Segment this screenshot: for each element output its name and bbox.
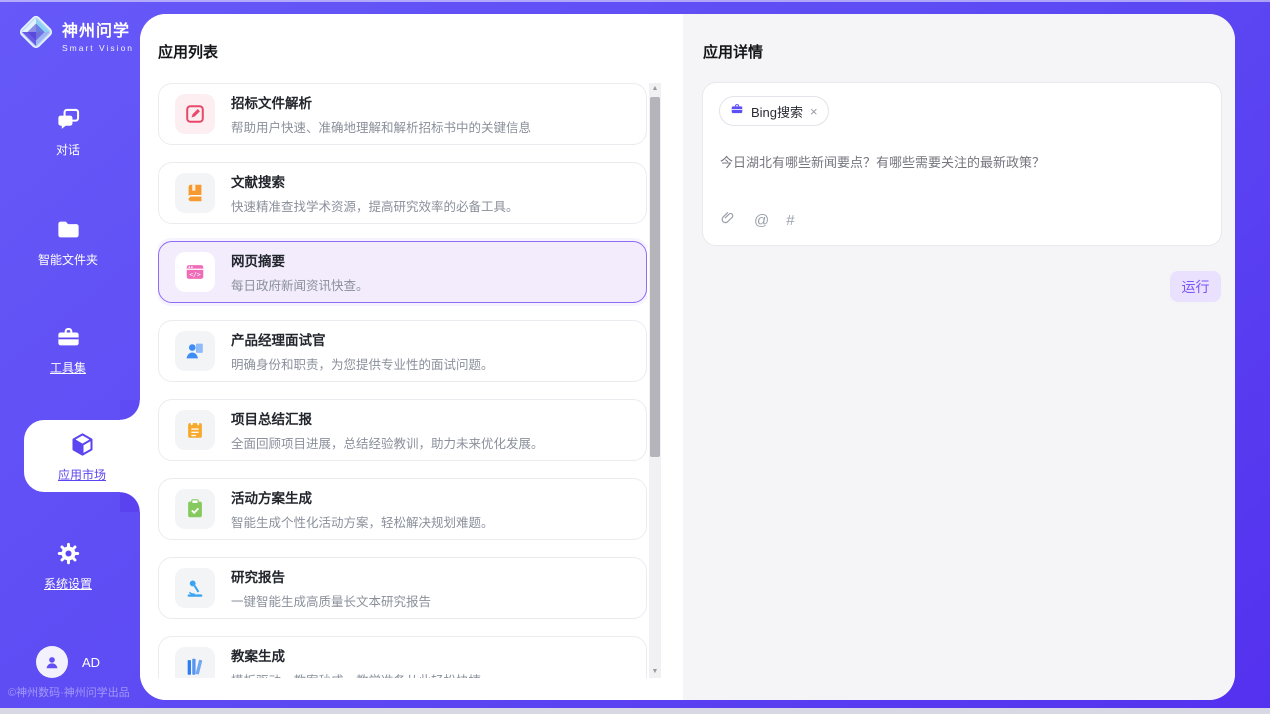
app-card-title: 项目总结汇报 xyxy=(231,408,544,428)
brand-name: 神州问学 xyxy=(62,17,134,41)
app-card-title: 活动方案生成 xyxy=(231,487,494,507)
app-card[interactable]: 教案生成 模板驱动，教案秒成，教学准备从此轻松快捷 xyxy=(158,636,647,678)
app-list-scrollbar[interactable]: ▲ ▼ xyxy=(649,83,661,678)
app-card[interactable]: 招标文件解析 帮助用户快速、准确地理解和解析招标书中的关键信息 xyxy=(158,83,647,145)
books-icon xyxy=(175,647,215,678)
avatar xyxy=(36,646,68,678)
gear-icon xyxy=(0,540,136,570)
app-card-desc: 帮助用户快速、准确地理解和解析招标书中的关键信息 xyxy=(231,117,531,136)
tool-chip-label: Bing搜索 xyxy=(751,102,803,121)
app-card[interactable]: 文献搜索 快速精准查找学术资源，提高研究效率的必备工具。 xyxy=(158,162,647,224)
app-card-desc: 智能生成个性化活动方案，轻松解决规划难题。 xyxy=(231,512,494,531)
app-list-viewport: 招标文件解析 帮助用户快速、准确地理解和解析招标书中的关键信息 文献搜索 快速精… xyxy=(158,83,647,678)
app-card-title: 招标文件解析 xyxy=(231,92,531,112)
sidebar-item-toolset[interactable]: 工具集 xyxy=(0,324,136,377)
sidebar-item-settings[interactable]: 系统设置 xyxy=(0,540,136,593)
brand-logo: 神州问学 Smart Vision xyxy=(16,12,134,57)
run-button[interactable]: 运行 xyxy=(1170,271,1221,302)
sidebar-item-chat[interactable]: 对话 xyxy=(0,106,136,159)
scrollbar-thumb[interactable] xyxy=(650,97,660,457)
brand-subtitle: Smart Vision xyxy=(62,43,134,53)
mention-icon[interactable]: @ xyxy=(754,212,769,229)
pen-square-icon xyxy=(175,94,215,134)
app-card-title: 产品经理面试官 xyxy=(231,329,494,349)
app-card-title: 研究报告 xyxy=(231,566,431,586)
user-initials: AD xyxy=(82,655,100,670)
sidebar-item-smart-folder[interactable]: 智能文件夹 xyxy=(0,216,136,269)
app-card[interactable]: 产品经理面试官 明确身份和职责，为您提供专业性的面试问题。 xyxy=(158,320,647,382)
browser-code-icon: </> xyxy=(175,252,215,292)
app-window: 神州问学 Smart Vision 对话 智能文件夹 xyxy=(0,0,1270,714)
copyright-text: ©神州数码·神州问学出品 xyxy=(8,684,140,700)
app-card[interactable]: 项目总结汇报 全面回顾项目进展，总结经验教训，助力未来优化发展。 xyxy=(158,399,647,461)
chip-close-icon[interactable]: × xyxy=(810,105,818,118)
book-icon xyxy=(175,173,215,213)
paperclip-icon[interactable] xyxy=(720,209,737,231)
tool-chip-bing-search[interactable]: Bing搜索 × xyxy=(719,96,829,126)
hash-icon[interactable]: # xyxy=(786,212,794,229)
prompt-card: Bing搜索 × 今日湖北有哪些新闻要点？有哪些需要关注的最新政策？ @ # xyxy=(702,82,1222,246)
app-card-title: 教案生成 xyxy=(231,645,481,665)
app-card[interactable]: 研究报告 一键智能生成高质量长文本研究报告 xyxy=(158,557,647,619)
scroll-down-icon[interactable]: ▼ xyxy=(649,666,661,678)
user-account[interactable]: AD xyxy=(36,646,100,678)
app-list-title: 应用列表 xyxy=(158,41,218,62)
diamond-logo-icon xyxy=(16,12,56,57)
app-card[interactable]: </> 网页摘要 每日政府新闻资讯快查。 xyxy=(158,241,647,303)
app-detail-pane: 应用详情 Bing搜索 × 今日湖北有哪些新闻要点？有哪些需要关注的最新政策？ xyxy=(683,14,1235,700)
notepad-icon xyxy=(175,410,215,450)
person-doc-icon xyxy=(175,331,215,371)
app-card-title: 网页摘要 xyxy=(231,250,369,270)
composer-toolbar: @ # xyxy=(720,209,795,231)
query-text[interactable]: 今日湖北有哪些新闻要点？有哪些需要关注的最新政策？ xyxy=(720,152,1205,171)
window-top-edge xyxy=(0,0,1270,2)
main-panel: 应用列表 招标文件解析 帮助用户快速、准确地理解和解析招标书中的关键信息 文献搜… xyxy=(140,14,1235,700)
folder-icon xyxy=(0,216,136,246)
app-card-desc: 模板驱动，教案秒成，教学准备从此轻松快捷 xyxy=(231,670,481,678)
chat-icon xyxy=(0,106,136,136)
app-card-title: 文献搜索 xyxy=(231,171,519,191)
app-detail-title: 应用详情 xyxy=(703,41,763,62)
microscope-icon xyxy=(175,568,215,608)
toolbox-icon xyxy=(0,324,136,354)
app-card-desc: 每日政府新闻资讯快查。 xyxy=(231,275,369,294)
app-card-desc: 明确身份和职责，为您提供专业性的面试问题。 xyxy=(231,354,494,373)
clipboard-check-icon xyxy=(175,489,215,529)
window-bottom-edge xyxy=(0,708,1270,714)
app-card[interactable]: 活动方案生成 智能生成个性化活动方案，轻松解决规划难题。 xyxy=(158,478,647,540)
cube-icon xyxy=(24,431,140,461)
scroll-up-icon[interactable]: ▲ xyxy=(649,83,661,95)
sidebar: 神州问学 Smart Vision 对话 智能文件夹 xyxy=(0,0,140,714)
app-card-desc: 一键智能生成高质量长文本研究报告 xyxy=(231,591,431,610)
svg-text:</>: </> xyxy=(189,270,201,278)
briefcase-icon xyxy=(730,102,744,121)
app-list-pane: 应用列表 招标文件解析 帮助用户快速、准确地理解和解析招标书中的关键信息 文献搜… xyxy=(140,14,683,700)
sidebar-item-app-market[interactable]: 应用市场 xyxy=(24,420,140,492)
app-card-desc: 快速精准查找学术资源，提高研究效率的必备工具。 xyxy=(231,196,519,215)
app-card-desc: 全面回顾项目进展，总结经验教训，助力未来优化发展。 xyxy=(231,433,544,452)
